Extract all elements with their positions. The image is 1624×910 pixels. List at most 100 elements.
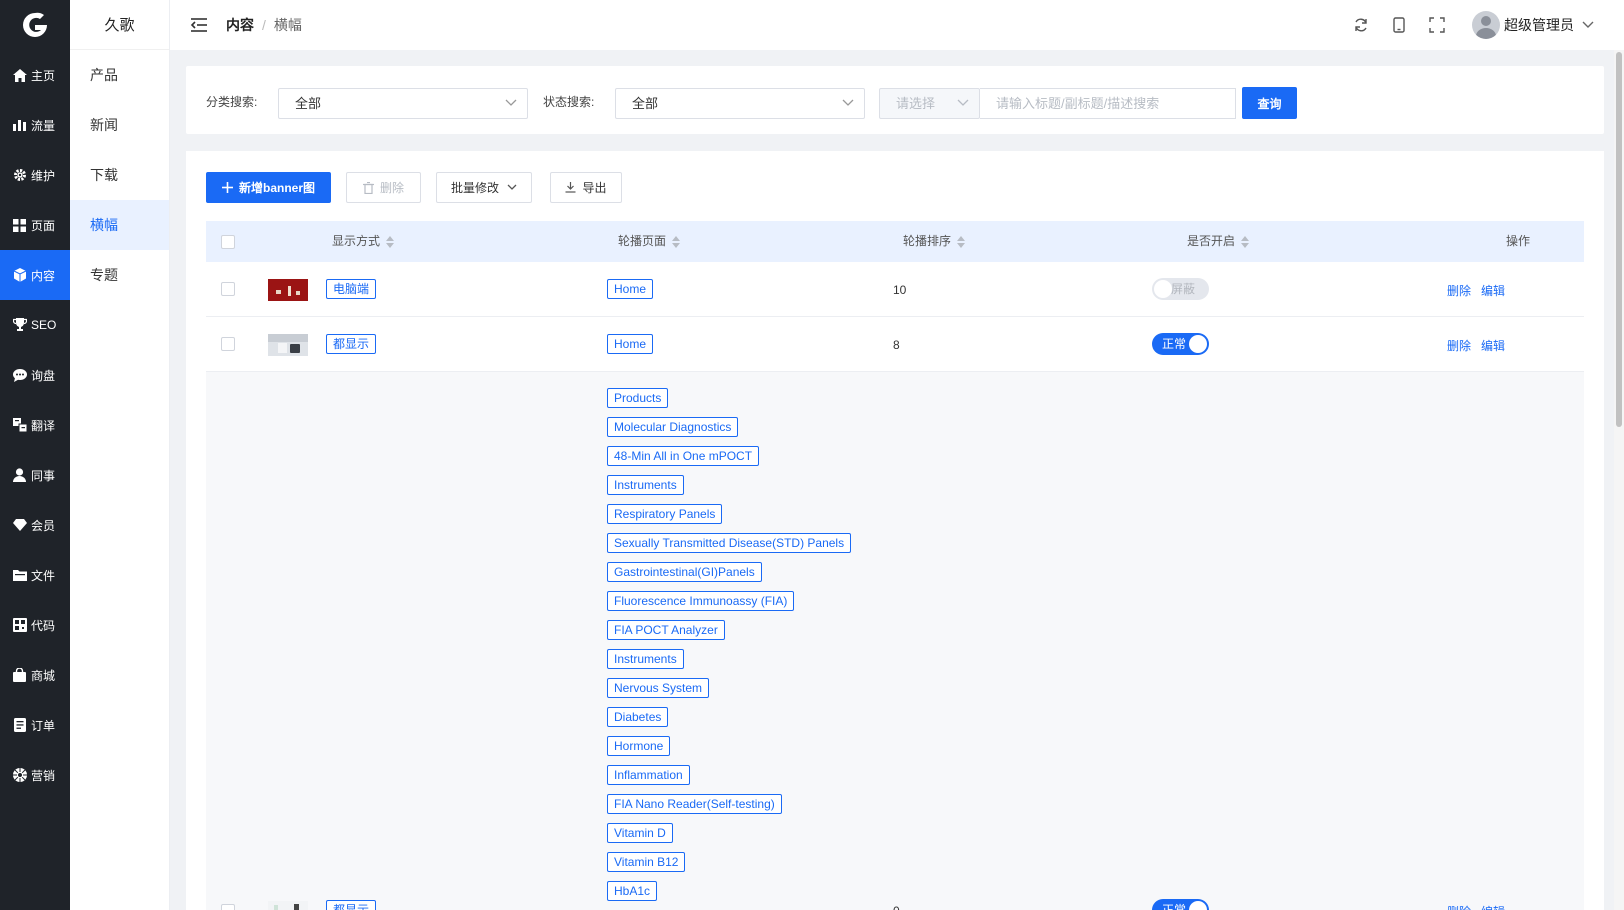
nav-item-label: 会员 (31, 518, 56, 533)
export-label: 导出 (582, 181, 607, 195)
logo-icon (23, 12, 47, 38)
nav-item-10[interactable]: 文件 (0, 550, 70, 600)
status-select[interactable]: 全部 (615, 88, 865, 119)
switch-knob (1189, 901, 1207, 910)
nav-item-1[interactable]: 流量 (0, 100, 70, 150)
column-header-display[interactable]: 显示方式 (332, 221, 395, 262)
nav-item-14[interactable]: 营销 (0, 750, 70, 800)
banner-thumbnail[interactable] (268, 334, 308, 356)
row-checkbox[interactable] (221, 337, 235, 351)
diamond-icon (12, 518, 27, 533)
nav-item-label: 页面 (31, 218, 56, 233)
nav-item-label: 内容 (31, 268, 56, 283)
enable-switch[interactable]: 正常 (1152, 333, 1209, 355)
submenu-title: 久歌 (70, 0, 169, 50)
nav-item-label: 维护 (31, 168, 56, 183)
export-button[interactable]: 导出 (550, 172, 622, 203)
avatar[interactable] (1472, 11, 1500, 39)
nav-item-12[interactable]: 商城 (0, 650, 70, 700)
category-select-value: 全部 (295, 96, 322, 111)
page-tag: Instruments (607, 649, 684, 669)
nav-item-label: SEO (31, 318, 57, 332)
sort-order-value: 0 (893, 904, 900, 910)
select-all-checkbox[interactable] (221, 235, 235, 249)
download-icon (565, 182, 576, 193)
row-checkbox[interactable] (221, 282, 235, 296)
page-tag: Vitamin B12 (607, 852, 686, 872)
nav-item-label: 订单 (31, 718, 56, 733)
submenu-item-2[interactable]: 下载 (70, 150, 169, 200)
submenu-item-1[interactable]: 新闻 (70, 100, 169, 150)
column-header-pages[interactable]: 轮播页面 (618, 221, 681, 262)
submenu-item-4[interactable]: 专题 (70, 250, 169, 300)
nav-item-4[interactable]: 内容 (0, 250, 70, 300)
row-checkbox[interactable] (221, 904, 235, 910)
delete-link[interactable]: 删除 (1447, 282, 1471, 299)
switch-knob (1154, 280, 1172, 298)
menu-fold-icon[interactable] (190, 16, 208, 34)
nav-item-9[interactable]: 会员 (0, 500, 70, 550)
nav-item-6[interactable]: 询盘 (0, 350, 70, 400)
page-tag: Inflammation (607, 765, 690, 785)
nav-item-label: 文件 (31, 568, 56, 583)
mobile-preview-icon[interactable] (1390, 16, 1408, 34)
enable-switch[interactable]: 屏蔽 (1152, 278, 1209, 300)
page-tag: FIA Nano Reader(Self-testing) (607, 794, 782, 814)
breadcrumb: 内容 / 横幅 (226, 15, 302, 35)
nav-item-7[interactable]: 翻译 (0, 400, 70, 450)
category-select[interactable]: 全部 (278, 88, 528, 119)
page-tag: FIA POCT Analyzer (607, 620, 725, 640)
nav-item-2[interactable]: 维护 (0, 150, 70, 200)
enable-switch[interactable]: 正常 (1152, 899, 1209, 910)
sort-icon[interactable] (957, 235, 966, 248)
edit-link[interactable]: 编辑 (1481, 903, 1505, 910)
folder-icon (12, 568, 27, 583)
scrollbar-thumb[interactable] (1616, 52, 1622, 427)
page-tag: Diabetes (607, 707, 669, 727)
sort-icon[interactable] (386, 235, 395, 248)
add-banner-button[interactable]: 新增banner图 (206, 172, 331, 203)
top-header: 内容 / 横幅 超级管理员 (170, 0, 1624, 50)
table-row: 电脑端 Home 10 屏蔽 删除 编辑 (206, 262, 1584, 317)
batch-edit-button[interactable]: 批量修改 (436, 172, 532, 203)
nav-item-13[interactable]: 订单 (0, 700, 70, 750)
query-button[interactable]: 查询 (1242, 87, 1297, 119)
delete-link[interactable]: 删除 (1447, 337, 1471, 354)
switch-label: 正常 (1162, 903, 1187, 910)
trophy-icon (12, 318, 27, 333)
chevron-down-icon[interactable] (1582, 21, 1594, 29)
nav-item-11[interactable]: 代码 (0, 600, 70, 650)
add-banner-label: 新增banner图 (238, 181, 315, 195)
breadcrumb-item-content[interactable]: 内容 (226, 15, 254, 35)
field-select[interactable]: 请选择 (879, 88, 980, 119)
delete-link[interactable]: 删除 (1447, 903, 1471, 910)
bar-chart-icon (12, 118, 27, 133)
edit-link[interactable]: 编辑 (1481, 282, 1505, 299)
nav-item-8[interactable]: 同事 (0, 450, 70, 500)
app-logo[interactable] (0, 0, 70, 50)
column-header-enabled[interactable]: 是否开启 (1187, 221, 1250, 262)
submenu-item-3[interactable]: 横幅 (70, 200, 169, 250)
page-tag: Instruments (607, 475, 684, 495)
fullscreen-icon[interactable] (1428, 16, 1446, 34)
sort-icon[interactable] (1241, 235, 1250, 248)
user-name[interactable]: 超级管理员 (1504, 15, 1574, 35)
sort-icon[interactable] (672, 235, 681, 248)
nav-item-0[interactable]: 主页 (0, 50, 70, 100)
column-header-label: 轮播页面 (618, 234, 667, 248)
banner-thumbnail[interactable] (268, 279, 308, 301)
submenu-item-0[interactable]: 产品 (70, 50, 169, 100)
edit-link[interactable]: 编辑 (1481, 337, 1505, 354)
nav-item-label: 翻译 (31, 418, 56, 433)
page-tag: Respiratory Panels (607, 504, 723, 524)
column-header-order[interactable]: 轮播排序 (903, 221, 966, 262)
column-header-label: 轮播排序 (903, 234, 952, 248)
table-row: Products Molecular Diagnostics 48-Min All … (206, 372, 1584, 910)
delete-button[interactable]: 删除 (346, 172, 421, 203)
nav-item-5[interactable]: SEO (0, 300, 70, 350)
page-tag: Products (607, 388, 669, 408)
nav-item-3[interactable]: 页面 (0, 200, 70, 250)
banner-thumbnail[interactable] (268, 901, 308, 910)
keyword-search-input[interactable] (980, 88, 1236, 119)
refresh-icon[interactable] (1352, 16, 1370, 34)
